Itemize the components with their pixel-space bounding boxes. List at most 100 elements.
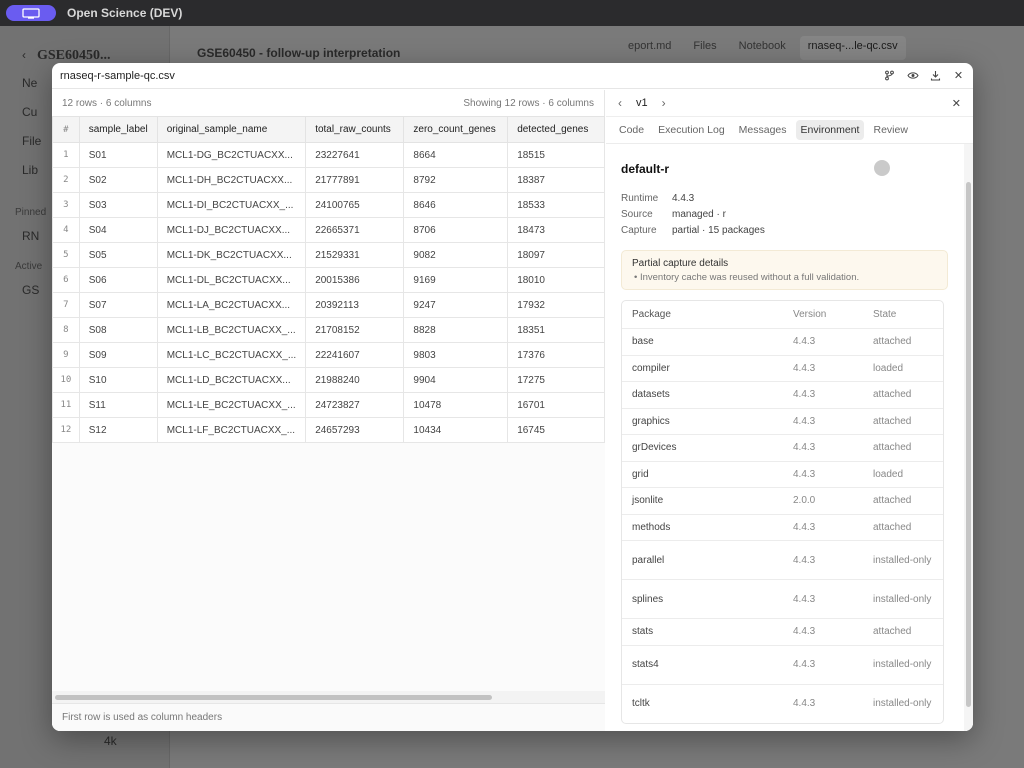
package-row[interactable]: graphics 4.4.3 attached (622, 407, 943, 435)
table-cell[interactable]: 9082 (403, 242, 509, 268)
horizontal-scrollbar[interactable] (52, 691, 605, 703)
table-row[interactable]: 7 S07 MCL1-LA_BC2CTUACXX... 20392113 9247 179… (52, 292, 605, 318)
chevron-left-icon[interactable]: ‹ (618, 96, 622, 110)
table-row[interactable]: 5 S05 MCL1-DK_BC2CTUACXX... 21529331 9082 180… (52, 242, 605, 268)
column-header-index[interactable]: # (52, 116, 80, 143)
table-cell[interactable]: 8706 (403, 217, 509, 243)
table-cell[interactable]: 16701 (507, 392, 605, 418)
package-row[interactable]: jsonlite 2.0.0 attached (622, 487, 943, 514)
table-cell[interactable]: 17932 (507, 292, 605, 318)
table-cell[interactable]: S11 (78, 392, 158, 418)
row-index[interactable]: 2 (52, 167, 80, 193)
table-row[interactable]: 11 S11 MCL1-LE_BC2CTUACXX_... 24723827 10478… (52, 392, 605, 418)
row-index[interactable]: 7 (52, 292, 80, 318)
table-cell[interactable]: 17275 (507, 367, 605, 393)
table-cell[interactable]: S03 (78, 192, 158, 218)
table-cell[interactable]: 20392113 (305, 292, 405, 318)
table-cell[interactable]: 21988240 (305, 367, 405, 393)
close-pane-icon[interactable]: ✕ (952, 97, 961, 110)
table-cell[interactable]: 16745 (507, 417, 605, 443)
package-row[interactable]: stats 4.4.3 attached (622, 618, 943, 645)
table-cell[interactable]: S02 (78, 167, 158, 193)
package-row[interactable]: base 4.4.3 attached (622, 328, 943, 355)
package-row[interactable]: splines 4.4.3 installed-only (622, 579, 943, 618)
table-cell[interactable]: 9803 (403, 342, 509, 368)
table-cell[interactable]: 8792 (403, 167, 509, 193)
table-cell[interactable]: 22665371 (305, 217, 405, 243)
tab-messages[interactable]: Messages (734, 120, 792, 140)
table-cell[interactable]: 18473 (507, 217, 605, 243)
table-cell[interactable]: 9247 (403, 292, 509, 318)
table-cell[interactable]: 23227641 (305, 142, 405, 168)
app-logo-icon[interactable] (6, 5, 56, 21)
table-cell[interactable]: 21708152 (305, 317, 405, 343)
table-cell[interactable]: 9904 (403, 367, 509, 393)
table-cell[interactable]: MCL1-LF_BC2CTUACXX_... (156, 417, 307, 443)
table-cell[interactable]: 10434 (403, 417, 509, 443)
row-index[interactable]: 12 (52, 417, 80, 443)
table-cell[interactable]: MCL1-LA_BC2CTUACXX... (156, 292, 307, 318)
package-row[interactable]: parallel 4.4.3 installed-only (622, 540, 943, 579)
table-cell[interactable]: 22241607 (305, 342, 405, 368)
column-header[interactable]: total_raw_counts (305, 116, 405, 143)
table-cell[interactable]: 10478 (403, 392, 509, 418)
table-cell[interactable]: 18351 (507, 317, 605, 343)
table-row[interactable]: 3 S03 MCL1-DI_BC2CTUACXX_... 24100765 8646 18… (52, 192, 605, 218)
table-cell[interactable]: S08 (78, 317, 158, 343)
column-header[interactable]: original_sample_name (156, 116, 307, 143)
table-cell[interactable]: 8664 (403, 142, 509, 168)
table-cell[interactable]: S12 (78, 417, 158, 443)
table-cell[interactable]: S10 (78, 367, 158, 393)
download-icon[interactable] (929, 69, 942, 82)
table-cell[interactable]: MCL1-DI_BC2CTUACXX_... (156, 192, 307, 218)
vertical-scrollbar-thumb[interactable] (966, 182, 971, 707)
package-row[interactable]: grid 4.4.3 loaded (622, 460, 943, 488)
row-index[interactable]: 6 (52, 267, 80, 293)
table-cell[interactable]: 18533 (507, 192, 605, 218)
horizontal-scrollbar-thumb[interactable] (55, 695, 492, 700)
table-row[interactable]: 10 S10 MCL1-LD_BC2CTUACXX... 21988240 9904 17… (52, 367, 605, 393)
table-cell[interactable]: 9169 (403, 267, 509, 293)
table-row[interactable]: 12 S12 MCL1-LF_BC2CTUACXX_... 24657293 10434… (52, 417, 605, 443)
row-index[interactable]: 1 (52, 142, 80, 168)
row-index[interactable]: 8 (52, 317, 80, 343)
table-cell[interactable]: 18097 (507, 242, 605, 268)
branch-icon[interactable] (883, 69, 896, 82)
table-cell[interactable]: MCL1-DJ_BC2CTUACXX... (156, 217, 307, 243)
tab-environment[interactable]: Environment (795, 120, 865, 140)
row-index[interactable]: 4 (52, 217, 80, 243)
table-row[interactable]: 6 S06 MCL1-DL_BC2CTUACXX... 20015386 9169 180… (52, 267, 605, 293)
table-cell[interactable]: 24100765 (305, 192, 405, 218)
eye-icon[interactable] (906, 69, 919, 82)
package-row[interactable]: methods 4.4.3 attached (622, 513, 943, 541)
table-cell[interactable]: S07 (78, 292, 158, 318)
row-index[interactable]: 5 (52, 242, 80, 268)
table-cell[interactable]: MCL1-DG_BC2CTUACXX... (156, 142, 307, 168)
vertical-scrollbar[interactable] (964, 144, 973, 731)
tab-code[interactable]: Code (614, 120, 649, 140)
tab-execution-log[interactable]: Execution Log (653, 120, 730, 140)
column-header[interactable]: zero_count_genes (403, 116, 509, 143)
table-cell[interactable]: 21529331 (305, 242, 405, 268)
table-cell[interactable]: MCL1-DL_BC2CTUACXX... (156, 267, 307, 293)
table-cell[interactable]: 21777891 (305, 167, 405, 193)
table-cell[interactable]: MCL1-LE_BC2CTUACXX_... (156, 392, 307, 418)
table-cell[interactable]: MCL1-DH_BC2CTUACXX... (156, 167, 307, 193)
table-cell[interactable]: S06 (78, 267, 158, 293)
table-cell[interactable]: S04 (78, 217, 158, 243)
table-cell[interactable]: MCL1-DK_BC2CTUACXX... (156, 242, 307, 268)
table-cell[interactable]: 18515 (507, 142, 605, 168)
table-cell[interactable]: 24723827 (305, 392, 405, 418)
chevron-right-icon[interactable]: › (662, 96, 666, 110)
table-row[interactable]: 1 S01 MCL1-DG_BC2CTUACXX... 23227641 8664 185… (52, 142, 605, 168)
row-index[interactable]: 3 (52, 192, 80, 218)
table-cell[interactable]: S05 (78, 242, 158, 268)
close-icon[interactable]: ✕ (952, 69, 965, 82)
table-cell[interactable]: 18010 (507, 267, 605, 293)
table-cell[interactable]: MCL1-LC_BC2CTUACXX_... (156, 342, 307, 368)
table-cell[interactable]: 8828 (403, 317, 509, 343)
column-header[interactable]: sample_label (78, 116, 158, 143)
table-cell[interactable]: 20015386 (305, 267, 405, 293)
table-cell[interactable]: S01 (78, 142, 158, 168)
table-cell[interactable]: 17376 (507, 342, 605, 368)
